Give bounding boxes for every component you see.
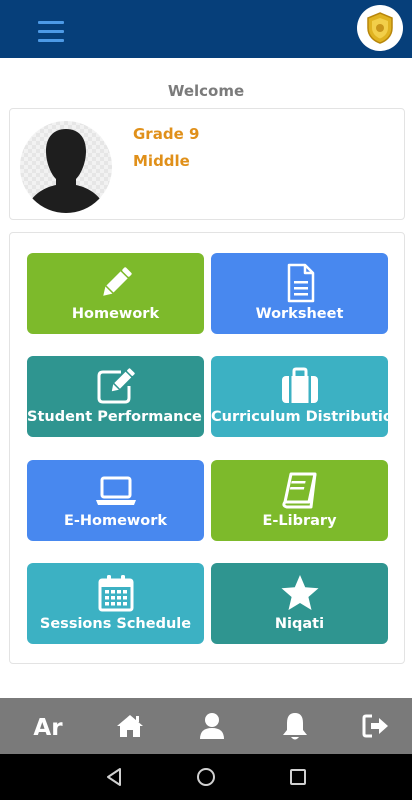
- user-icon[interactable]: [194, 698, 230, 754]
- document-icon: [211, 263, 388, 303]
- school-emblem-icon: [367, 12, 393, 44]
- sessions-schedule-label: Sessions Schedule: [39, 616, 192, 632]
- back-icon[interactable]: [104, 766, 126, 788]
- briefcase-icon: [211, 366, 388, 406]
- grade-text: Grade 9: [133, 125, 200, 143]
- bell-icon[interactable]: [277, 698, 313, 754]
- homework-label: Homework: [71, 306, 160, 322]
- niqati-tile[interactable]: Niqati: [211, 563, 388, 644]
- bottom-nav-bar: Ar: [0, 698, 412, 754]
- calendar-icon: [27, 573, 204, 613]
- level-text: Middle: [133, 152, 190, 170]
- pencil-icon: [27, 263, 204, 303]
- hamburger-menu-icon[interactable]: [38, 21, 64, 43]
- home-circle-icon[interactable]: [195, 766, 217, 788]
- student-performance-label: Student Performance Re: [27, 409, 204, 425]
- app-bar: [0, 0, 412, 58]
- star-icon: [211, 573, 388, 613]
- school-logo[interactable]: [357, 5, 403, 51]
- home-icon[interactable]: [112, 698, 148, 754]
- worksheet-tile[interactable]: Worksheet: [211, 253, 388, 334]
- curriculum-distribution-label: Curriculum Distribution: [211, 409, 388, 425]
- niqati-label: Niqati: [274, 616, 325, 632]
- curriculum-distribution-tile[interactable]: Curriculum Distribution: [211, 356, 388, 437]
- system-nav-bar: [0, 754, 412, 800]
- student-performance-tile[interactable]: Student Performance Re: [27, 356, 204, 437]
- user-silhouette-icon: [28, 129, 104, 213]
- profile-card: Grade 9 Middle: [9, 108, 405, 220]
- e-homework-label: E-Homework: [63, 513, 168, 529]
- logout-icon[interactable]: [358, 698, 394, 754]
- worksheet-label: Worksheet: [255, 306, 344, 322]
- homework-tile[interactable]: Homework: [27, 253, 204, 334]
- e-homework-tile[interactable]: E-Homework: [27, 460, 204, 541]
- e-library-tile[interactable]: E-Library: [211, 460, 388, 541]
- e-library-label: E-Library: [262, 513, 337, 529]
- recent-apps-icon[interactable]: [287, 766, 309, 788]
- book-icon: [211, 470, 388, 510]
- avatar[interactable]: [20, 121, 112, 213]
- language-toggle-button[interactable]: Ar: [22, 698, 74, 754]
- welcome-title: Welcome: [167, 82, 245, 100]
- edit-square-icon: [27, 366, 204, 406]
- menu-grid: Homework Worksheet Student Performance C…: [9, 232, 405, 664]
- sessions-schedule-tile[interactable]: Sessions Schedule: [27, 563, 204, 644]
- laptop-icon: [27, 470, 204, 510]
